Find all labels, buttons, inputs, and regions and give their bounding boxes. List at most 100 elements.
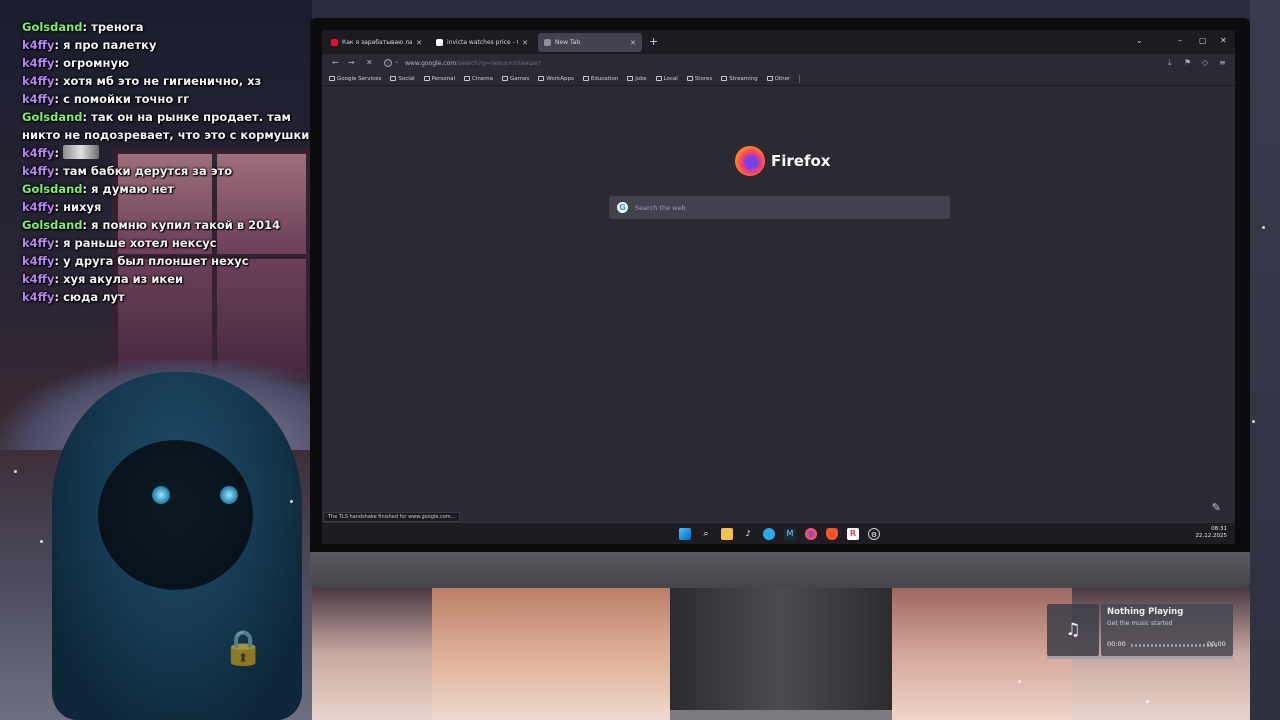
chat-message: k4ffy: хуя акула из икеи bbox=[22, 272, 184, 286]
chat-username: k4ffy bbox=[22, 92, 55, 106]
brave-icon[interactable] bbox=[826, 528, 838, 540]
web-search-input[interactable]: G Search the web bbox=[609, 196, 950, 219]
file-explorer-icon[interactable] bbox=[721, 528, 733, 540]
menu-hamburger-icon[interactable]: ≡ bbox=[1219, 58, 1226, 68]
chat-username: k4ffy bbox=[22, 164, 55, 178]
chat-message: k4ffy: я про палетку bbox=[22, 38, 157, 52]
bookmark-label: Local bbox=[663, 75, 678, 82]
bookmark-folder-cinema[interactable]: Cinema bbox=[464, 76, 493, 82]
chat-username: k4ffy bbox=[22, 236, 55, 250]
bookmark-label: Streaming bbox=[729, 75, 758, 82]
snowflake bbox=[290, 500, 293, 503]
url-host: www.google.com bbox=[405, 59, 457, 67]
extensions-puzzle-icon[interactable]: ◇ bbox=[1202, 58, 1208, 68]
back-arrow-icon[interactable]: ← bbox=[332, 58, 339, 68]
bookmark-folder-personal[interactable]: Personal bbox=[423, 75, 456, 82]
close-icon[interactable]: ✕ bbox=[416, 39, 422, 47]
firefox-taskbar-icon[interactable] bbox=[805, 528, 817, 540]
maximize-button[interactable]: ▢ bbox=[1199, 36, 1207, 46]
google-icon bbox=[436, 39, 443, 46]
system-clock[interactable]: 08:31 22.12.2025 bbox=[1196, 526, 1228, 540]
chat-message-text: я думаю нет bbox=[91, 182, 175, 196]
bookmark-folder-google-services[interactable]: Google Services bbox=[329, 76, 381, 82]
now-playing-info: Nothing Playing Get the music started 00… bbox=[1101, 604, 1233, 656]
url-bar[interactable]: ⌄ www.google.com/search?q=nexus+планшет bbox=[382, 56, 1162, 70]
page-icon bbox=[544, 39, 551, 46]
chat-message: k4ffy: огромную bbox=[22, 56, 130, 70]
steam-icon[interactable]: ⚙ bbox=[868, 528, 880, 540]
folder-icon bbox=[502, 76, 509, 81]
bookmark-folder-education[interactable]: Education bbox=[582, 75, 619, 82]
folder-icon bbox=[721, 76, 728, 81]
search-icon[interactable]: ⌕ bbox=[700, 528, 712, 540]
bookmark-label: Personal bbox=[431, 75, 456, 82]
bookmark-folder-stores[interactable]: Stores bbox=[686, 75, 713, 82]
folder-icon bbox=[423, 76, 430, 81]
bookmark-folder-games[interactable]: Games bbox=[502, 76, 529, 82]
monitor-stand bbox=[670, 588, 892, 720]
close-icon[interactable]: ✕ bbox=[630, 39, 636, 47]
brand-name: Firefox bbox=[771, 152, 831, 170]
tab-bar: Как я зарабатываю лазая по м ✕ invicta w… bbox=[322, 30, 1235, 54]
bookmark-folder-local[interactable]: Local bbox=[655, 75, 678, 82]
chat-message-text: огромную bbox=[63, 56, 130, 70]
bookmark-folder-social[interactable]: Social bbox=[390, 76, 415, 82]
chat-username: Golsdand bbox=[22, 218, 83, 232]
close-window-button[interactable]: ✕ bbox=[1220, 36, 1227, 46]
close-icon[interactable]: ✕ bbox=[522, 39, 528, 47]
chat-username: k4ffy bbox=[22, 38, 55, 52]
bookmark-folder-workapps[interactable]: WorkApps bbox=[538, 76, 574, 82]
chat-message: Golsdand: тренога bbox=[22, 20, 144, 34]
chat-message: k4ffy: я раньше хотел нексус bbox=[22, 236, 217, 250]
app-r-icon[interactable]: R bbox=[847, 528, 859, 540]
stop-loading-icon[interactable]: ✕ bbox=[366, 58, 373, 68]
monitor-chin bbox=[310, 552, 1250, 588]
folder-icon bbox=[390, 76, 397, 81]
padlock-icon: 🔒 bbox=[222, 628, 265, 668]
tab-new-tab[interactable]: New Tab ✕ bbox=[538, 33, 642, 52]
forward-arrow-icon[interactable]: → bbox=[348, 58, 355, 68]
site-identity-icon[interactable] bbox=[384, 59, 392, 67]
snowflake bbox=[1262, 226, 1265, 229]
chat-message-text: тренога bbox=[91, 20, 144, 34]
folder-icon bbox=[627, 76, 634, 81]
tab-google-search[interactable]: invicta watches price - Google ✕ bbox=[430, 33, 534, 52]
bookmark-folder-streaming[interactable]: Streaming bbox=[721, 75, 758, 82]
chat-emote-image bbox=[63, 145, 100, 159]
clock-date: 22.12.2025 bbox=[1195, 533, 1228, 539]
bookmark-label: Stores bbox=[694, 75, 713, 82]
chat-message: Golsdand: я помню купил такой в 2014 bbox=[22, 218, 281, 232]
telegram-icon[interactable] bbox=[763, 528, 775, 540]
new-tab-button[interactable]: + bbox=[649, 36, 658, 48]
bookmark-folder-jobs[interactable]: Jobs bbox=[627, 75, 647, 82]
customize-pencil-icon[interactable]: ✎ bbox=[1212, 501, 1221, 514]
bookmark-label: Education bbox=[590, 75, 619, 82]
folder-icon bbox=[766, 76, 773, 81]
now-playing-subtitle: Get the music started bbox=[1107, 620, 1173, 627]
bookmark-folder-other[interactable]: Other bbox=[766, 76, 790, 82]
music-app-icon[interactable]: ♪ bbox=[742, 528, 754, 540]
minimize-button[interactable]: – bbox=[1178, 36, 1182, 46]
bookmark-label: Cinema bbox=[472, 75, 494, 82]
chat-message-text: я помню купил такой в 2014 bbox=[91, 218, 281, 232]
chat-message: k4ffy: с помойки точно гг bbox=[22, 92, 190, 106]
snowflake bbox=[14, 470, 17, 473]
chat-message-text: с помойки точно гг bbox=[63, 92, 190, 106]
firefox-logo-icon bbox=[735, 146, 765, 176]
tab-title: Как я зарабатываю лазая по м bbox=[342, 39, 413, 46]
chat-message: k4ffy: bbox=[22, 144, 312, 162]
folder-icon bbox=[686, 76, 693, 81]
browser-window: Как я зарабатываю лазая по м ✕ invicta w… bbox=[322, 30, 1235, 544]
extension-icon[interactable]: ⚑ bbox=[1184, 58, 1191, 68]
snowflake bbox=[40, 540, 43, 543]
chat-username: k4ffy bbox=[22, 272, 55, 286]
app-m-icon[interactable]: M bbox=[784, 528, 796, 540]
bookmark-label: Jobs bbox=[635, 75, 647, 82]
bookmarks-toolbar: Google Services Social Personal Cinema Games… bbox=[322, 72, 1235, 86]
downloads-icon[interactable]: ⤓ bbox=[1168, 58, 1172, 68]
list-all-tabs-icon[interactable]: ⌄ bbox=[1136, 36, 1143, 46]
chat-message-text: сюда лут bbox=[63, 290, 125, 304]
start-menu-icon[interactable] bbox=[679, 528, 691, 540]
tab-youtube[interactable]: Как я зарабатываю лазая по м ✕ bbox=[325, 33, 428, 52]
track-progress-bar bbox=[1131, 644, 1219, 647]
